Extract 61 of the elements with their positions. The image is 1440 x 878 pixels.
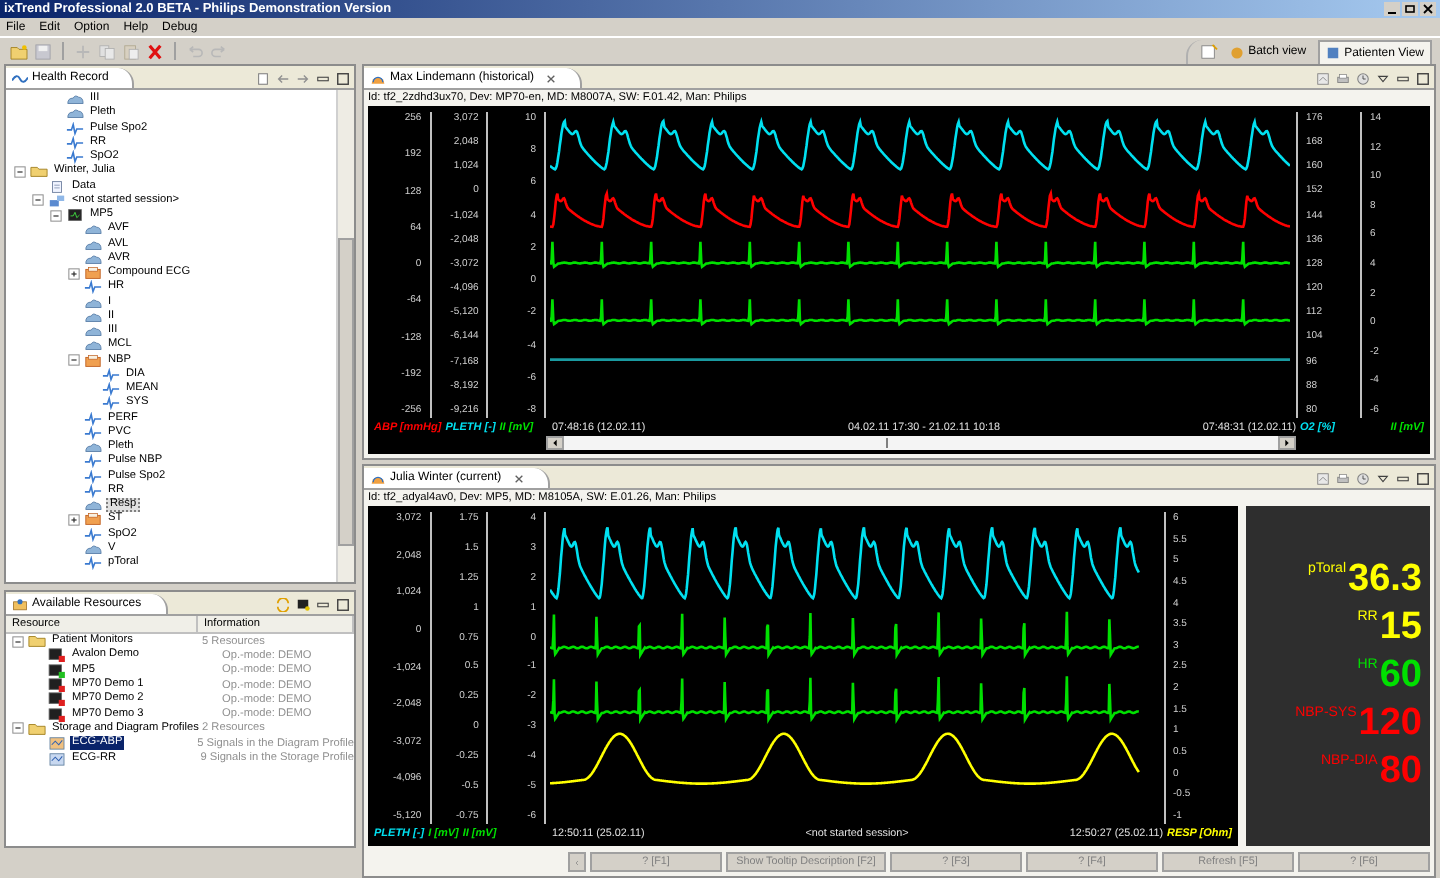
maximize-icon[interactable]: [1416, 471, 1430, 485]
group-icon: [84, 353, 102, 368]
group-icon: [84, 512, 102, 527]
monitor-icon[interactable]: [296, 597, 310, 611]
folder-icon[interactable]: [10, 43, 28, 59]
network-icon: [48, 193, 66, 208]
trend-icon: [84, 280, 102, 295]
export-icon[interactable]: [1316, 471, 1330, 485]
clock-icon[interactable]: [1356, 471, 1370, 485]
vital-value: 36.3: [1348, 560, 1422, 600]
storage-icon: [48, 751, 66, 766]
right-arrow-icon[interactable]: [1282, 438, 1292, 448]
expand-toggle-icon[interactable]: [12, 722, 24, 735]
minimize-icon[interactable]: [1384, 2, 1400, 16]
document-icon: [48, 179, 66, 194]
expand-toggle-icon[interactable]: [12, 635, 24, 648]
patient-icon: [370, 71, 386, 85]
delete-icon[interactable]: [146, 43, 164, 59]
print-icon[interactable]: [1336, 71, 1350, 85]
clock-icon[interactable]: [1356, 71, 1370, 85]
diagram-icon: [48, 736, 66, 751]
expand-toggle-icon[interactable]: [14, 165, 26, 178]
dropdown-icon[interactable]: [1376, 471, 1390, 485]
expand-toggle-icon[interactable]: [68, 513, 80, 526]
back-arrow-icon[interactable]: [276, 71, 290, 85]
vital-value: 80: [1379, 752, 1422, 792]
vital-value: 60: [1379, 656, 1422, 696]
vital-value: 120: [1358, 704, 1422, 744]
group-icon: [84, 266, 102, 281]
expand-toggle-icon[interactable]: [68, 354, 80, 367]
waveform-icon: [84, 541, 102, 556]
folder-icon: [30, 164, 48, 179]
maximize-icon[interactable]: [336, 597, 350, 611]
resources-icon: [12, 597, 28, 611]
waveform-icon: [84, 498, 102, 513]
info-icon[interactable]: [256, 71, 270, 85]
wave-icon: [12, 71, 28, 85]
expand-toggle-icon[interactable]: [50, 209, 62, 222]
maximize-icon[interactable]: [1416, 71, 1430, 85]
vital-value: 15: [1379, 608, 1422, 648]
expand-toggle-icon[interactable]: [32, 194, 44, 207]
forward-arrow-icon[interactable]: [296, 71, 310, 85]
maximize-icon[interactable]: [336, 71, 350, 85]
restore-icon[interactable]: [1402, 2, 1418, 16]
export-icon[interactable]: [1316, 71, 1330, 85]
patient-icon: [370, 471, 386, 485]
scrollbar[interactable]: [546, 436, 1296, 450]
folder-icon: [28, 721, 46, 736]
close-icon[interactable]: [513, 473, 524, 483]
monitor-icon: [66, 208, 84, 223]
waveform-icon: [84, 440, 102, 455]
open-perspective-icon[interactable]: [1200, 44, 1219, 60]
expand-toggle-icon[interactable]: [68, 267, 80, 280]
dropdown-icon[interactable]: [1376, 71, 1390, 85]
print-icon[interactable]: [1336, 471, 1350, 485]
circle-icon: [1230, 45, 1245, 59]
close-icon[interactable]: [546, 73, 557, 83]
left-arrow-icon[interactable]: [550, 438, 560, 448]
window-icon: [1326, 46, 1341, 60]
close-icon[interactable]: [1420, 2, 1436, 16]
scrollbar[interactable]: [336, 90, 354, 582]
